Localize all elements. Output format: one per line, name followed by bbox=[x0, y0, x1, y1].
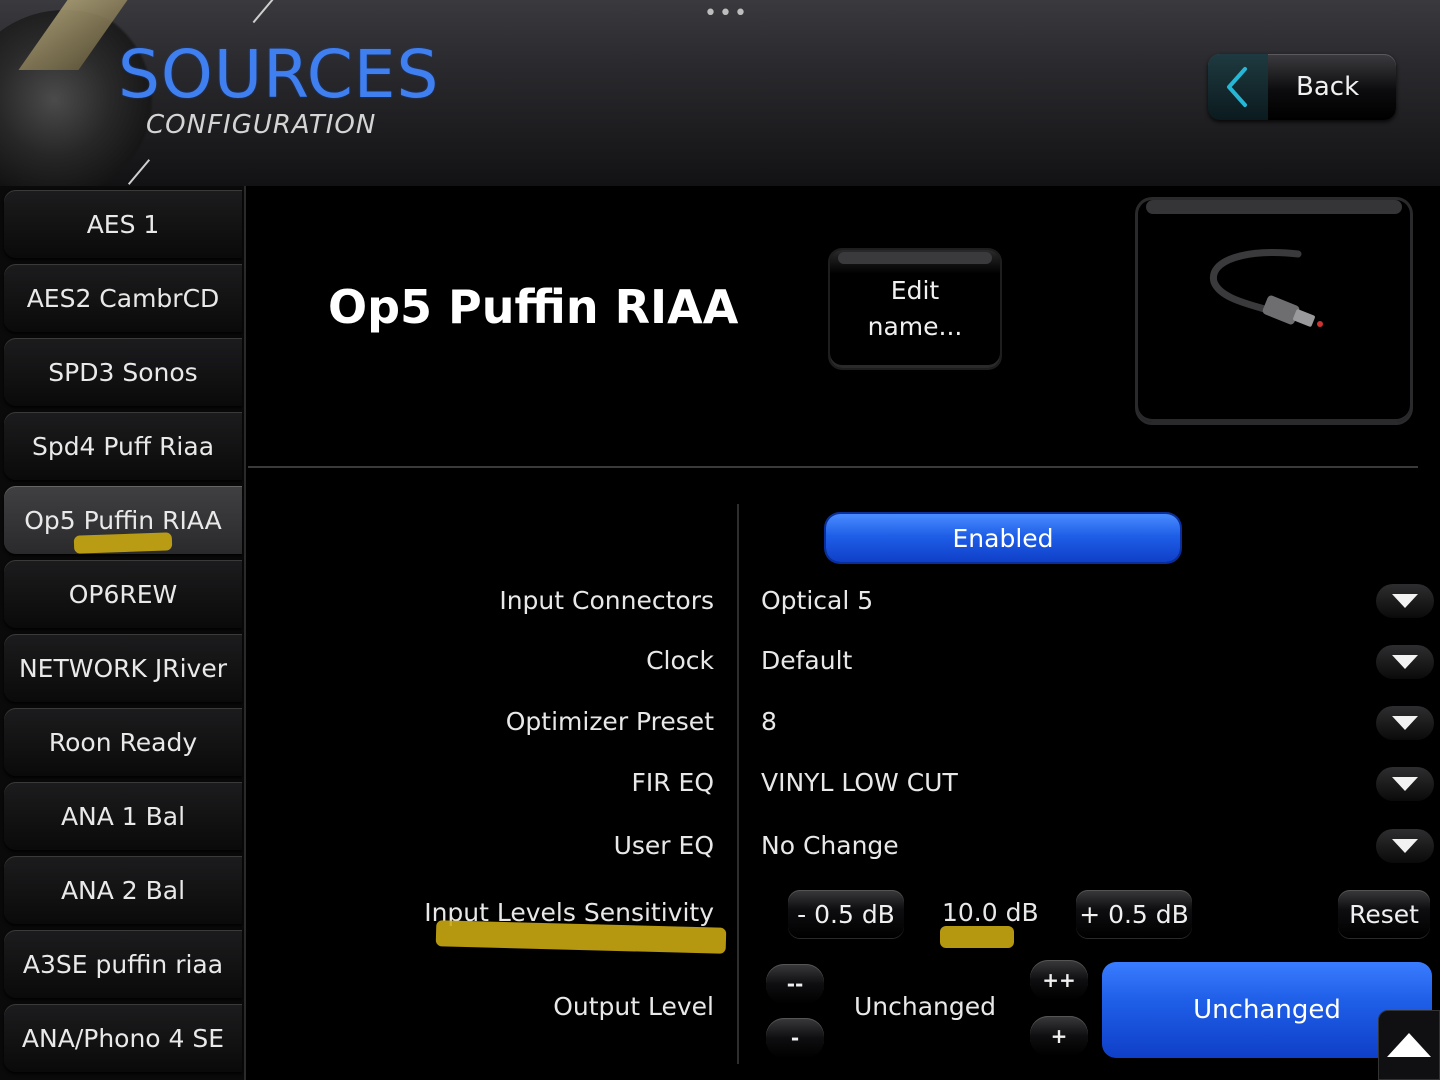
highlighter-mark bbox=[940, 926, 1014, 948]
page-title: SOURCES bbox=[118, 36, 440, 113]
output-level-increase-button[interactable]: + bbox=[1030, 1016, 1088, 1056]
edit-name-label-line1: Edit bbox=[890, 276, 940, 305]
optical-cable-icon bbox=[1209, 248, 1323, 327]
source-list: AES 1 AES2 CambrCD SPD3 Sonos Spd4 Puff … bbox=[0, 186, 244, 1080]
back-button[interactable]: Back bbox=[1208, 54, 1396, 120]
input-level-value: 10.0 dB bbox=[942, 898, 1039, 927]
header: ••• SOURCES CONFIGURATION Back bbox=[0, 0, 1440, 186]
source-item[interactable]: OP6REW bbox=[4, 560, 242, 628]
chevron-down-icon[interactable] bbox=[1376, 767, 1434, 801]
chevron-down-icon[interactable] bbox=[1376, 706, 1434, 740]
fir-eq-label: FIR EQ bbox=[631, 768, 714, 797]
chevron-left-icon bbox=[1208, 54, 1268, 120]
section-divider bbox=[248, 466, 1418, 468]
column-divider bbox=[737, 504, 739, 1064]
highlighter-mark bbox=[73, 532, 173, 554]
scroll-up-icon[interactable] bbox=[1378, 1010, 1440, 1080]
source-item[interactable]: AES 1 bbox=[4, 190, 242, 258]
input-connectors-value[interactable]: Optical 5 bbox=[761, 586, 873, 615]
source-detail-panel: Op5 Puffin RIAA Edit name... Enabled Inp… bbox=[244, 186, 1440, 1080]
clock-label: Clock bbox=[646, 646, 714, 675]
chevron-down-icon[interactable] bbox=[1376, 584, 1434, 618]
clock-value[interactable]: Default bbox=[761, 646, 852, 675]
optimizer-preset-label: Optimizer Preset bbox=[505, 707, 714, 736]
source-item[interactable]: NETWORK JRiver bbox=[4, 634, 242, 702]
output-level-large-decrease-button[interactable]: -- bbox=[766, 964, 824, 1004]
edit-name-button[interactable]: Edit name... bbox=[830, 250, 1000, 368]
input-level-increase-button[interactable]: + 0.5 dB bbox=[1076, 890, 1192, 938]
user-eq-value[interactable]: No Change bbox=[761, 831, 899, 860]
source-item[interactable]: Spd4 Puff Riaa bbox=[4, 412, 242, 480]
back-button-label: Back bbox=[1296, 72, 1360, 102]
source-item[interactable]: AES2 CambrCD bbox=[4, 264, 242, 332]
optimizer-preset-value[interactable]: 8 bbox=[761, 707, 777, 736]
output-level-label: Output Level bbox=[553, 992, 714, 1021]
edit-name-label: Edit name... bbox=[868, 273, 963, 345]
edit-name-label-line2: name... bbox=[867, 312, 963, 341]
source-item[interactable]: SPD3 Sonos bbox=[4, 338, 242, 406]
source-item[interactable]: ANA 1 Bal bbox=[4, 782, 242, 850]
header-slash-decoration bbox=[252, 0, 274, 24]
source-item[interactable]: Roon Ready bbox=[4, 708, 242, 776]
fir-eq-value[interactable]: VINYL LOW CUT bbox=[761, 768, 958, 797]
enabled-toggle[interactable]: Enabled bbox=[826, 514, 1180, 562]
source-name: Op5 Puffin RIAA bbox=[328, 280, 739, 334]
output-level-value: Unchanged bbox=[854, 992, 997, 1021]
chevron-down-icon[interactable] bbox=[1376, 829, 1434, 863]
source-item[interactable]: A3SE puffin riaa bbox=[4, 930, 242, 998]
input-connectors-label: Input Connectors bbox=[499, 586, 714, 615]
input-level-decrease-button[interactable]: - 0.5 dB bbox=[788, 890, 904, 938]
chevron-down-icon[interactable] bbox=[1376, 645, 1434, 679]
reset-button[interactable]: Reset bbox=[1338, 890, 1430, 938]
source-image[interactable] bbox=[1138, 200, 1410, 422]
more-options-icon[interactable]: ••• bbox=[704, 3, 749, 25]
source-item[interactable]: ANA 2 Bal bbox=[4, 856, 242, 924]
user-eq-label: User EQ bbox=[613, 831, 714, 860]
source-item[interactable]: ANA/Phono 4 SE bbox=[4, 1004, 242, 1072]
output-level-decrease-button[interactable]: - bbox=[766, 1018, 824, 1058]
page-subtitle: CONFIGURATION bbox=[146, 110, 377, 140]
output-level-large-increase-button[interactable]: ++ bbox=[1030, 960, 1088, 1000]
button-top-bar bbox=[838, 252, 992, 264]
